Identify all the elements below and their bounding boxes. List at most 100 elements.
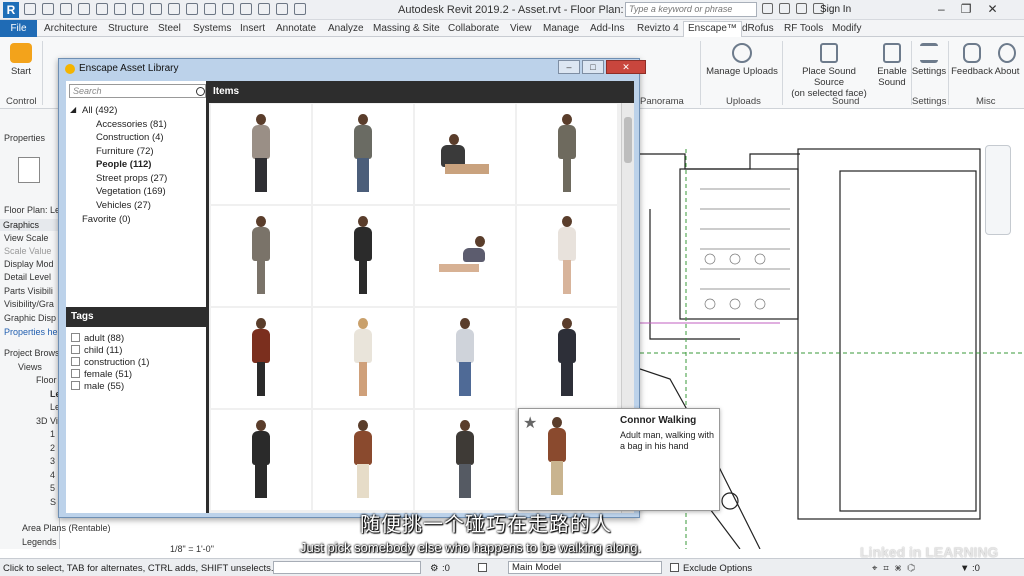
prop-row[interactable]: Detail Level [4, 272, 51, 282]
minimize-icon[interactable]: – [938, 2, 945, 16]
tab-analyze[interactable]: Analyze [328, 23, 364, 34]
start-button[interactable]: Start [6, 43, 36, 77]
tab-file[interactable]: File [0, 20, 37, 37]
text-icon[interactable] [186, 3, 198, 15]
asset-tile[interactable] [517, 104, 617, 204]
prop-row[interactable]: Parts Visibili [4, 286, 53, 296]
star-icon[interactable] [796, 3, 807, 14]
tab-rf-tools[interactable]: RF Tools [784, 23, 823, 34]
tag-checkbox[interactable]: child (11) [71, 345, 122, 356]
worksets-icon[interactable]: ⚙ [430, 563, 439, 574]
tab-architecture[interactable]: Architecture [44, 23, 97, 34]
settings-button[interactable]: Settings [910, 43, 948, 77]
tree-item[interactable]: S [50, 497, 56, 507]
scrollbar-thumb[interactable] [624, 117, 632, 163]
tree-item-area-plans[interactable]: Area Plans (Rentable) [22, 523, 111, 533]
tab-manage[interactable]: Manage [543, 23, 579, 34]
tab-steel[interactable]: Steel [158, 23, 181, 34]
tab-structure[interactable]: Structure [108, 23, 149, 34]
asset-tile[interactable] [517, 308, 617, 408]
place-sound-source-button[interactable]: Place Sound Source (on selected face) [786, 43, 872, 99]
asset-tile[interactable] [313, 206, 413, 306]
prop-row[interactable]: Visibility/Gra [4, 299, 54, 309]
tab-annotate[interactable]: Annotate [276, 23, 316, 34]
tag-checkbox[interactable]: female (51) [71, 369, 132, 380]
tree-item[interactable]: Views [18, 362, 42, 372]
selection-filter-icons[interactable]: ⌖⌗⌘⌬ [872, 563, 921, 574]
tree-item-legends[interactable]: Legends [22, 537, 57, 547]
asset-tile[interactable] [313, 308, 413, 408]
tree-item[interactable]: 1 [50, 429, 55, 439]
exclude-options-checkbox[interactable] [670, 563, 679, 572]
tree-item[interactable]: 3 [50, 456, 55, 466]
sync-icon[interactable] [60, 3, 72, 15]
help-search-input[interactable]: Type a keyword or phrase [625, 2, 757, 17]
minimize-icon[interactable]: – [558, 60, 580, 74]
workset-selector[interactable] [273, 561, 421, 574]
tag-checkbox[interactable]: male (55) [71, 381, 124, 392]
prop-row[interactable]: View Scale [4, 233, 48, 243]
asset-tile[interactable] [517, 206, 617, 306]
category-item[interactable]: Favorite (0) [82, 214, 131, 225]
tab-modify[interactable]: Modify [832, 23, 861, 34]
tag-checkbox[interactable]: adult (88) [71, 333, 124, 344]
tab-insert[interactable]: Insert [240, 23, 265, 34]
dimension-icon[interactable] [150, 3, 162, 15]
section-icon[interactable] [222, 3, 234, 15]
restore-icon[interactable]: ❐ [961, 2, 972, 16]
tab-systems[interactable]: Systems [193, 23, 231, 34]
category-item[interactable]: Vegetation (169) [96, 186, 166, 197]
subscription-icon[interactable] [779, 3, 790, 14]
favorite-star-icon[interactable]: ★ [523, 413, 537, 433]
tab-massing-site[interactable]: Massing & Site [373, 23, 440, 34]
category-item-selected[interactable]: People (112) [96, 159, 151, 170]
asset-tile[interactable] [313, 104, 413, 204]
view-scale[interactable]: 1/8" = 1'-0" [170, 544, 214, 554]
about-button[interactable]: About [992, 43, 1022, 77]
tag-icon[interactable] [168, 3, 180, 15]
prop-row[interactable]: Graphic Disp [4, 313, 56, 323]
close-views-icon[interactable] [258, 3, 270, 15]
design-option-selector[interactable]: Main Model [508, 561, 662, 574]
tree-item[interactable]: 5 [50, 483, 55, 493]
category-item[interactable]: All (492) [82, 105, 117, 116]
enable-sound-button[interactable]: Enable Sound [874, 43, 910, 88]
maximize-icon[interactable]: □ [582, 60, 604, 74]
tag-checkbox[interactable]: construction (1) [71, 357, 149, 368]
undo-icon[interactable] [78, 3, 90, 15]
open-icon[interactable] [24, 3, 36, 15]
tab-drofus[interactable]: dRofus [742, 23, 774, 34]
customize-qat-icon[interactable] [294, 3, 306, 15]
close-icon[interactable]: ✕ [987, 2, 997, 16]
asset-tile[interactable] [415, 308, 515, 408]
asset-tile[interactable] [313, 410, 413, 510]
3d-view-icon[interactable] [204, 3, 216, 15]
asset-tile[interactable] [415, 104, 515, 204]
search-icon[interactable] [196, 87, 205, 96]
asset-tile[interactable] [415, 206, 515, 306]
close-icon[interactable]: ✕ [606, 60, 646, 74]
asset-tile[interactable] [415, 410, 515, 510]
category-item[interactable]: Construction (4) [96, 132, 164, 143]
tab-view[interactable]: View [510, 23, 532, 34]
asset-search-input[interactable]: Search [69, 84, 206, 98]
feedback-button[interactable]: Feedback [950, 43, 994, 77]
graphics-section-header[interactable]: Graphics [0, 219, 60, 231]
save-icon[interactable] [42, 3, 54, 15]
tree-item[interactable]: 2 [50, 443, 55, 453]
category-item[interactable]: Vehicles (27) [96, 200, 151, 211]
editable-only-checkbox[interactable] [478, 563, 487, 572]
collapse-arrow-icon[interactable]: ◢ [70, 105, 76, 114]
filter-icon[interactable]: ▼ [960, 563, 969, 574]
asset-tile[interactable] [211, 104, 311, 204]
tab-revizto[interactable]: Revizto 4 [637, 23, 679, 34]
print-icon[interactable] [114, 3, 126, 15]
navigation-bar[interactable] [985, 145, 1011, 235]
asset-tile[interactable] [211, 410, 311, 510]
tree-item[interactable]: Floor [36, 375, 57, 385]
sign-in-link[interactable]: Sign In [820, 4, 851, 15]
properties-help-link[interactable]: Properties he [4, 327, 58, 337]
category-item[interactable]: Street props (27) [96, 173, 167, 184]
tab-add-ins[interactable]: Add-Ins [590, 23, 624, 34]
redo-icon[interactable] [96, 3, 108, 15]
